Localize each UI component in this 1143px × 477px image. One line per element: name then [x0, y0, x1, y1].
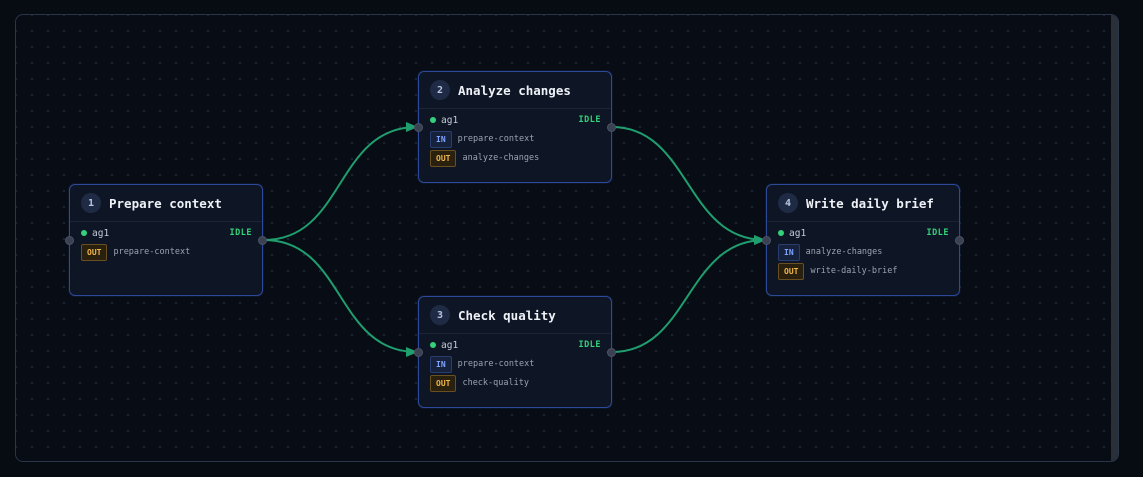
- node-output-row: OUT check-quality: [419, 374, 611, 392]
- node-agent-name: ag1: [789, 227, 807, 239]
- node-status: IDLE: [578, 340, 601, 350]
- node-input-row: IN prepare-context: [419, 130, 611, 148]
- input-port[interactable]: [414, 348, 423, 357]
- out-tag: OUT: [430, 374, 457, 392]
- node-title: Write daily brief: [806, 195, 934, 211]
- agent-status-dot-icon: [430, 117, 436, 123]
- node-header: 3 Check quality: [419, 297, 611, 334]
- node-title: Check quality: [458, 307, 556, 323]
- output-port[interactable]: [258, 236, 267, 245]
- node-input-row: IN analyze-changes: [767, 243, 959, 261]
- output-port[interactable]: [955, 236, 964, 245]
- agent-status-dot-icon: [778, 230, 784, 236]
- workflow-node-write-daily-brief[interactable]: 4 Write daily brief ag1 IDLE IN analyze-…: [762, 184, 964, 296]
- out-tag: OUT: [430, 149, 457, 167]
- output-port[interactable]: [607, 123, 616, 132]
- node-agent-name: ag1: [92, 227, 110, 239]
- output-port[interactable]: [607, 348, 616, 357]
- node-output-name: analyze-changes: [462, 153, 540, 163]
- node-output-row: OUT prepare-context: [70, 243, 262, 261]
- node-status: IDLE: [926, 228, 949, 238]
- node-output-name: check-quality: [462, 378, 529, 388]
- node-number-badge: 2: [430, 80, 450, 100]
- node-agent-row: ag1 IDLE: [419, 335, 611, 355]
- node-input-name: prepare-context: [457, 134, 535, 144]
- node-output-name: prepare-context: [113, 247, 191, 257]
- workflow-node-analyze-changes[interactable]: 2 Analyze changes ag1 IDLE IN prepare-co…: [414, 71, 616, 183]
- input-port[interactable]: [762, 236, 771, 245]
- canvas-scrollbar[interactable]: [1111, 15, 1118, 461]
- node-input-name: prepare-context: [457, 359, 535, 369]
- workflow-node-prepare-context[interactable]: 1 Prepare context ag1 IDLE OUT prepare-c…: [65, 184, 267, 296]
- node-header: 4 Write daily brief: [767, 185, 959, 222]
- input-port[interactable]: [414, 123, 423, 132]
- node-agent-row: ag1 IDLE: [767, 223, 959, 243]
- workflow-node-check-quality[interactable]: 3 Check quality ag1 IDLE IN prepare-cont…: [414, 296, 616, 408]
- agent-status-dot-icon: [81, 230, 87, 236]
- node-title: Prepare context: [109, 195, 222, 211]
- node-header: 1 Prepare context: [70, 185, 262, 222]
- out-tag: OUT: [778, 262, 805, 280]
- node-input-name: analyze-changes: [805, 247, 883, 257]
- node-header: 2 Analyze changes: [419, 72, 611, 109]
- node-output-row: OUT analyze-changes: [419, 149, 611, 167]
- node-title: Analyze changes: [458, 82, 571, 98]
- node-agent-row: ag1 IDLE: [70, 223, 262, 243]
- agent-status-dot-icon: [430, 342, 436, 348]
- node-number-badge: 1: [81, 193, 101, 213]
- node-number-badge: 4: [778, 193, 798, 213]
- in-tag: IN: [430, 130, 452, 148]
- out-tag: OUT: [81, 243, 108, 261]
- node-agent-name: ag1: [441, 114, 459, 126]
- node-output-row: OUT write-daily-brief: [767, 262, 959, 280]
- node-agent-row: ag1 IDLE: [419, 110, 611, 130]
- node-agent-name: ag1: [441, 339, 459, 351]
- input-port[interactable]: [65, 236, 74, 245]
- node-output-name: write-daily-brief: [810, 266, 898, 276]
- node-status: IDLE: [229, 228, 252, 238]
- node-status: IDLE: [578, 115, 601, 125]
- in-tag: IN: [430, 355, 452, 373]
- node-input-row: IN prepare-context: [419, 355, 611, 373]
- node-number-badge: 3: [430, 305, 450, 325]
- in-tag: IN: [778, 243, 800, 261]
